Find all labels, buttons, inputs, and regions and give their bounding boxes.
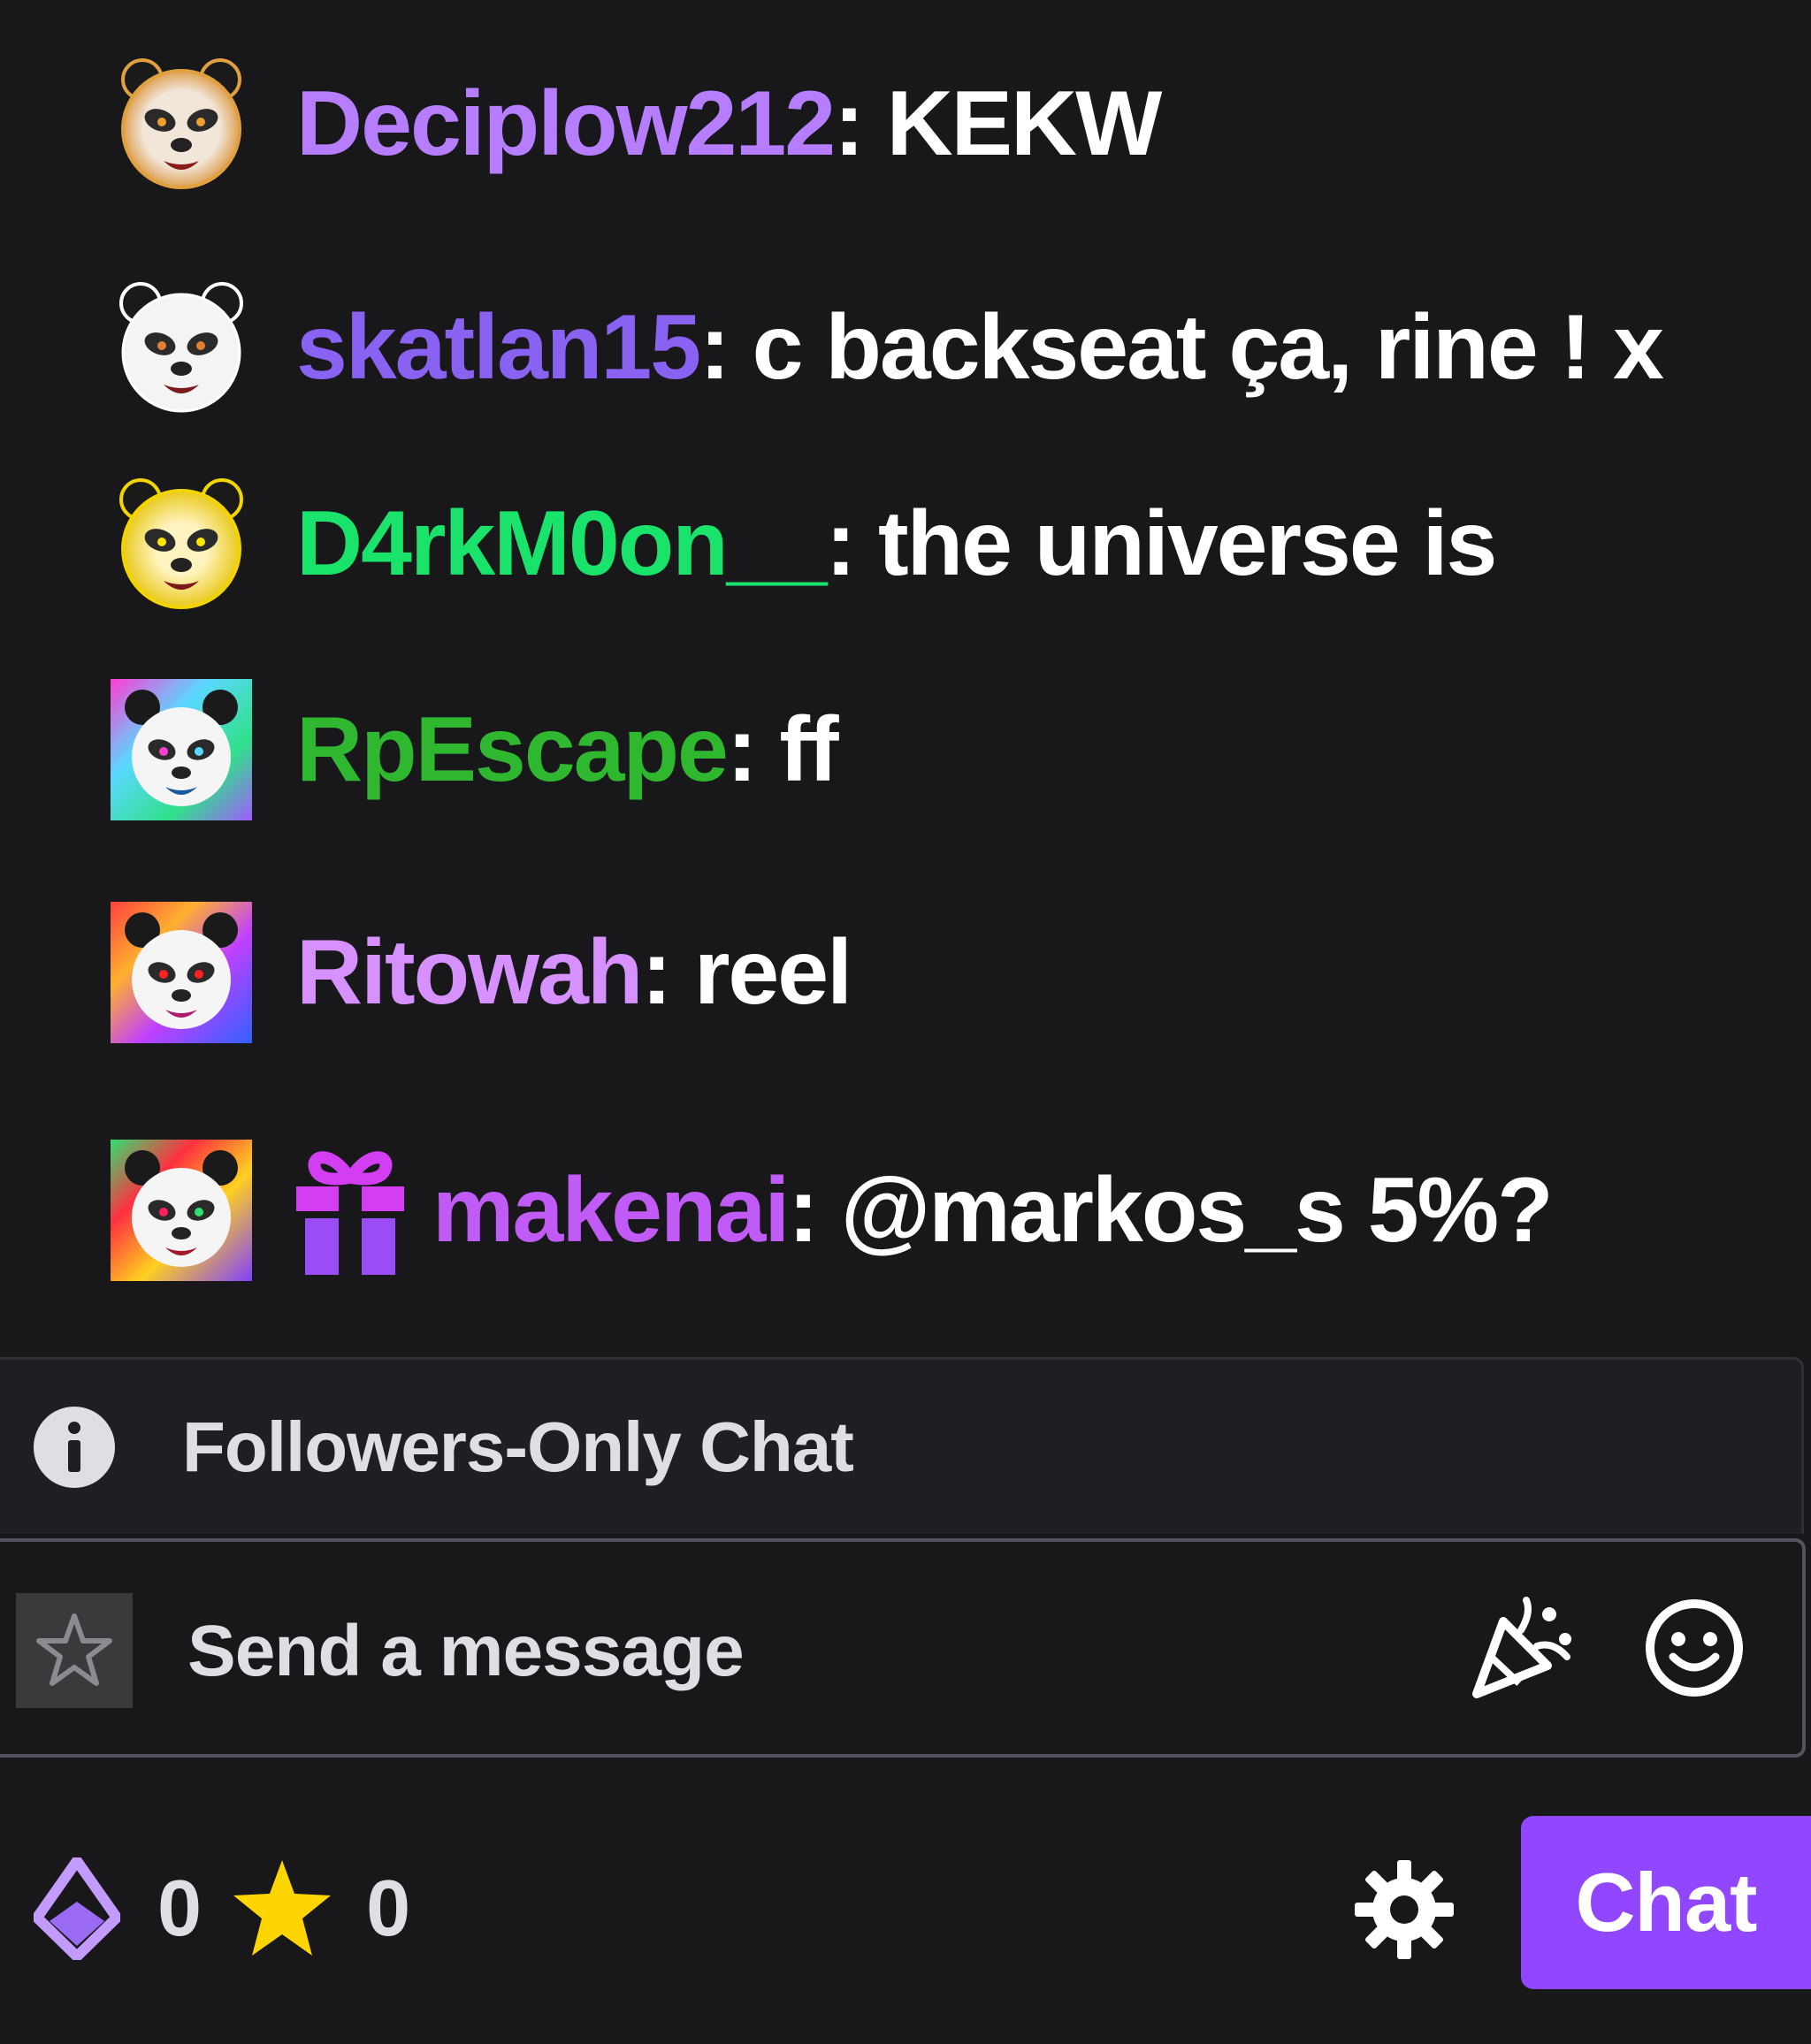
username[interactable]: Deciplow212 xyxy=(296,72,836,175)
chat-bottom-bar: 0 0 Chat xyxy=(0,1795,1811,2025)
message-body: ff xyxy=(779,698,838,801)
info-icon xyxy=(32,1405,117,1490)
message-text: skatlan15: c backseat ça, rine ! x xyxy=(296,301,1664,393)
username[interactable]: makenai xyxy=(432,1159,790,1262)
star-icon[interactable] xyxy=(16,1593,133,1708)
panda-avatar-icon[interactable] xyxy=(111,902,252,1043)
message-separator: : xyxy=(641,921,694,1024)
points-count: 0 xyxy=(366,1864,411,1953)
message-text: D4rkM0on__: the universe is xyxy=(296,498,1497,590)
username[interactable]: D4rkM0on__ xyxy=(296,492,827,595)
panda-avatar-icon[interactable] xyxy=(111,53,252,194)
username[interactable]: Ritowah xyxy=(296,921,643,1024)
points-display: 0 0 xyxy=(34,1857,410,1961)
star-points-icon[interactable] xyxy=(230,1857,334,1961)
bits-count: 0 xyxy=(157,1864,202,1953)
followers-only-notice: Followers-Only Chat xyxy=(0,1357,1804,1534)
message-body: @markos_s 5%? xyxy=(840,1159,1554,1262)
message-body: reel xyxy=(693,921,852,1024)
chat-message: makenai: @markos_s 5%? xyxy=(111,1135,1554,1285)
panda-avatar-icon[interactable] xyxy=(111,473,252,614)
message-separator: : xyxy=(825,492,878,595)
party-popper-icon[interactable] xyxy=(1468,1595,1574,1701)
message-text: makenai: @markos_s 5%? xyxy=(432,1164,1554,1256)
chat-message: skatlan15: c backseat ça, rine ! x xyxy=(111,272,1664,423)
username[interactable]: RpEscape xyxy=(296,698,729,801)
message-separator: : xyxy=(699,296,753,399)
panda-avatar-icon[interactable] xyxy=(111,1140,252,1281)
chat-message: RpEscape: ff xyxy=(111,675,839,825)
chat-send-button[interactable]: Chat xyxy=(1521,1816,1811,1989)
gift-icon[interactable] xyxy=(296,1146,404,1275)
message-body: KEKW xyxy=(886,72,1163,175)
message-body: the universe is xyxy=(878,492,1497,595)
chat-panel: Deciplow212: KEKW skatlan15: c backseat … xyxy=(0,0,1811,2044)
chat-message: Ritowah: reel xyxy=(111,897,852,1048)
message-text: Deciplow212: KEKW xyxy=(296,78,1162,170)
message-text: Ritowah: reel xyxy=(296,927,852,1018)
panda-avatar-icon[interactable] xyxy=(111,679,252,820)
message-separator: : xyxy=(726,698,780,801)
username[interactable]: skatlan15 xyxy=(296,296,701,399)
message-separator: : xyxy=(788,1159,841,1262)
emote-smiley-icon[interactable] xyxy=(1641,1595,1747,1701)
message-body: c backseat ça, rine ! x xyxy=(752,296,1664,399)
chat-input-container xyxy=(0,1538,1806,1758)
chat-message: Deciplow212: KEKW xyxy=(111,49,1162,199)
chat-message: D4rkM0on__: the universe is xyxy=(111,469,1497,619)
notice-text: Followers-Only Chat xyxy=(182,1407,854,1486)
panda-avatar-icon[interactable] xyxy=(111,277,252,418)
chat-message-input[interactable] xyxy=(186,1584,1427,1719)
message-text: RpEscape: ff xyxy=(296,704,839,796)
gear-icon[interactable] xyxy=(1351,1857,1457,1963)
bits-diamond-icon[interactable] xyxy=(34,1857,120,1960)
message-separator: : xyxy=(834,72,887,175)
